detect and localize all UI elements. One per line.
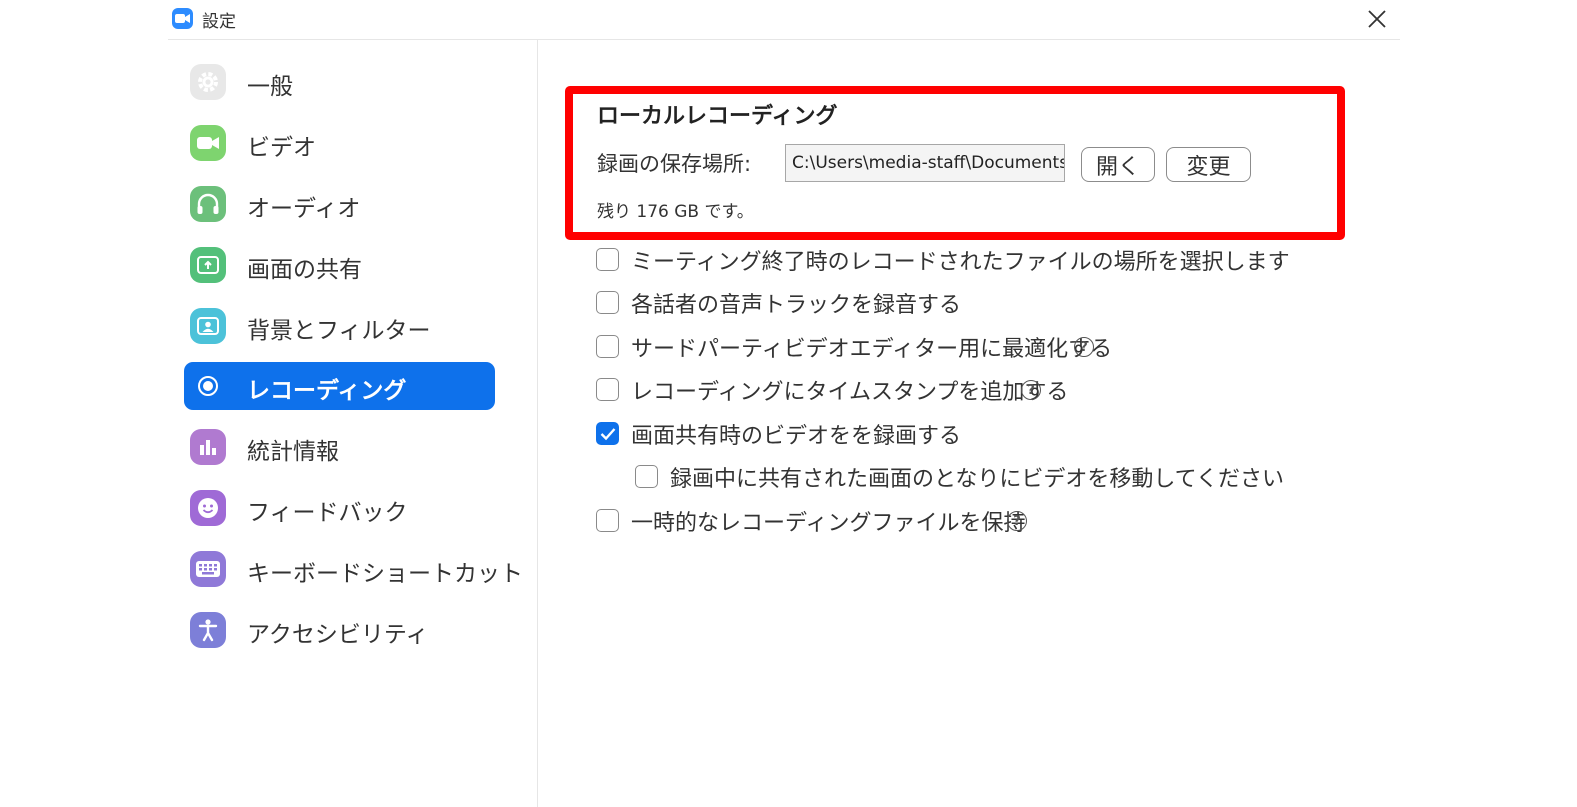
change-folder-button[interactable]: 変更: [1166, 147, 1251, 182]
sidebar-item-keyboard-shortcuts[interactable]: キーボードショートカット: [184, 545, 523, 593]
sidebar-item-label: フィードバック: [247, 500, 408, 526]
zoom-app-icon: [172, 8, 193, 29]
sidebar-item-label: 一般: [247, 74, 293, 100]
option-label: 一時的なレコーディングファイルを保持: [631, 511, 1026, 536]
bar-chart-icon: [190, 429, 226, 465]
help-icon[interactable]: ?: [1074, 337, 1094, 357]
sidebar-item-label: オーディオ: [247, 196, 361, 222]
sidebar-item-statistics[interactable]: 統計情報: [184, 423, 495, 471]
option-move-video-beside-shared-screen[interactable]: 録画中に共有された画面のとなりにビデオを移動してください: [635, 460, 1335, 494]
option-record-separate-audio[interactable]: 各話者の音声トラックを録音する: [596, 286, 1296, 320]
window-title: 設定: [202, 12, 236, 32]
help-icon[interactable]: ?: [1021, 380, 1041, 400]
sidebar-item-video[interactable]: ビデオ: [184, 119, 495, 167]
close-button[interactable]: [1362, 4, 1392, 34]
sidebar-item-accessibility[interactable]: アクセシビリティ: [184, 606, 495, 654]
checkbox[interactable]: [635, 465, 658, 488]
title-bar: 設定: [168, 0, 1400, 40]
checkbox[interactable]: [596, 509, 619, 532]
option-add-timestamp[interactable]: レコーディングにタイムスタンプを追加する ?: [596, 373, 1296, 407]
settings-window: 設定 一般 ビデオ オーディオ 画面の共有 背景とフィルター レコーディング 統…: [168, 0, 1400, 807]
free-space-text: 残り 176 GB です。: [597, 202, 754, 222]
checkbox[interactable]: [596, 291, 619, 314]
sidebar-item-label: キーボードショートカット: [247, 561, 523, 587]
accessibility-icon: [190, 612, 226, 648]
option-choose-location-after-meeting[interactable]: ミーティング終了時のレコードされたファイルの場所を選択します: [596, 243, 1296, 277]
settings-sidebar: 一般 ビデオ オーディオ 画面の共有 背景とフィルター レコーディング 統計情報…: [168, 40, 538, 807]
sidebar-item-label: アクセシビリティ: [247, 622, 429, 648]
share-screen-icon: [190, 247, 226, 283]
help-icon[interactable]: ?: [1007, 511, 1027, 531]
option-label: 画面共有時のビデオをを録画する: [631, 424, 962, 449]
sidebar-item-label: ビデオ: [247, 135, 316, 161]
option-label: 録画中に共有された画面のとなりにビデオを移動してください: [670, 467, 1285, 492]
save-location-path-field[interactable]: C:\Users\media-staff\Documents\Zoom: [785, 144, 1065, 182]
video-camera-icon: [190, 125, 226, 161]
sidebar-item-feedback[interactable]: フィードバック: [184, 484, 495, 532]
checkbox[interactable]: [596, 335, 619, 358]
sidebar-item-share-screen[interactable]: 画面の共有: [184, 241, 495, 289]
open-folder-button[interactable]: 開く: [1081, 147, 1155, 182]
keyboard-icon: [190, 551, 226, 587]
sidebar-item-label: 統計情報: [247, 439, 339, 465]
sidebar-item-recording[interactable]: レコーディング: [184, 362, 495, 410]
checkmark-icon: [600, 428, 616, 441]
recording-settings-panel: ローカルレコーディング 録画の保存場所: C:\Users\media-staf…: [538, 40, 1400, 807]
option-label: サードパーティビデオエディター用に最適化する: [631, 337, 1113, 362]
option-optimize-third-party-editor[interactable]: サードパーティビデオエディター用に最適化する ?: [596, 330, 1296, 364]
sidebar-item-general[interactable]: 一般: [184, 58, 495, 106]
sidebar-item-audio[interactable]: オーディオ: [184, 180, 495, 228]
option-keep-temp-recording-files[interactable]: 一時的なレコーディングファイルを保持 ?: [596, 504, 1296, 538]
option-record-video-during-share[interactable]: 画面共有時のビデオをを録画する: [596, 417, 1296, 451]
save-location-label: 録画の保存場所:: [597, 152, 752, 176]
checkbox[interactable]: [596, 378, 619, 401]
sidebar-item-label: 画面の共有: [247, 257, 362, 283]
local-recording-title: ローカルレコーディング: [597, 104, 838, 129]
option-label: ミーティング終了時のレコードされたファイルの場所を選択します: [631, 250, 1290, 275]
record-icon: [190, 368, 226, 404]
smiley-icon: [190, 490, 226, 526]
checkbox[interactable]: [596, 248, 619, 271]
checkbox-checked[interactable]: [596, 422, 619, 445]
gear-icon: [190, 64, 226, 100]
option-label: レコーディングにタイムスタンプを追加する: [631, 380, 1069, 405]
option-label: 各話者の音声トラックを録音する: [631, 293, 962, 318]
close-icon: [1368, 10, 1386, 28]
background-portrait-icon: [190, 308, 226, 344]
sidebar-item-background-filters[interactable]: 背景とフィルター: [184, 302, 495, 350]
sidebar-item-label: レコーディング: [247, 378, 407, 404]
headphones-icon: [190, 186, 226, 222]
sidebar-item-label: 背景とフィルター: [247, 318, 431, 344]
